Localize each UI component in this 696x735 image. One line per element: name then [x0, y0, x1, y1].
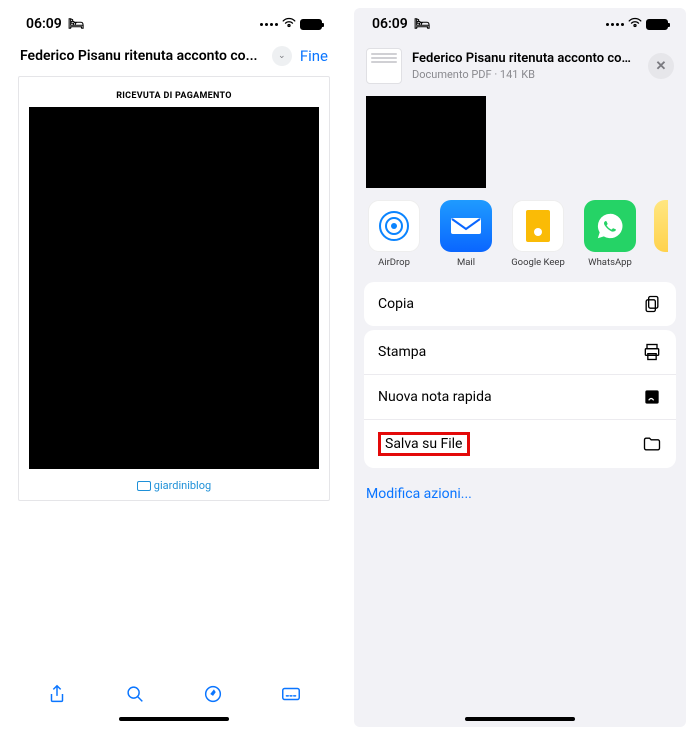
sleep-icon: 🛏: [68, 17, 85, 32]
action-quick-note[interactable]: Nuova nota rapida: [364, 374, 676, 419]
battery-icon: [300, 19, 322, 30]
document-thumbnail: [366, 48, 402, 84]
status-time: 06:09: [372, 16, 408, 32]
document-page[interactable]: RICEVUTA DI PAGAMENTO giardiniblog: [18, 76, 330, 501]
app-label: AirDrop: [378, 257, 410, 268]
share-document-meta: Documento PDF · 141 KB: [412, 68, 638, 81]
status-bar: 06:09 🛏: [354, 8, 686, 38]
action-label: Copia: [378, 296, 414, 312]
share-header: Federico Pisanu ritenuta acconto comp...…: [354, 38, 686, 96]
action-save-to-files[interactable]: Salva su File: [364, 419, 676, 468]
app-airdrop[interactable]: AirDrop: [366, 200, 422, 268]
phone-right-share-sheet: 06:09 🛏 Federico Pisanu ritenuta acconto…: [354, 8, 686, 727]
bottom-toolbar: [8, 671, 340, 713]
printer-icon: [642, 342, 662, 362]
share-apps-row[interactable]: AirDrop Mail Google Keep WhatsApp: [354, 200, 686, 282]
document-preview[interactable]: [366, 96, 674, 188]
whatsapp-icon: [584, 200, 636, 252]
airdrop-icon: [379, 211, 409, 241]
watermark-text: giardiniblog: [154, 479, 211, 492]
annotate-icon[interactable]: [280, 683, 302, 705]
action-print[interactable]: Stampa: [364, 330, 676, 374]
document-title: Federico Pisanu ritenuta acconto co...: [20, 48, 264, 64]
cellular-icon: [606, 23, 624, 26]
action-label: Nuova nota rapida: [378, 389, 492, 405]
app-label: Mail: [457, 257, 475, 268]
sleep-icon: 🛏: [414, 17, 431, 32]
app-mail[interactable]: Mail: [438, 200, 494, 268]
share-icon[interactable]: [46, 683, 68, 705]
status-time: 06:09: [26, 16, 62, 32]
app-label: Google Keep: [511, 257, 565, 268]
mail-icon: [440, 200, 492, 252]
document-header: Federico Pisanu ritenuta acconto co... ⌄…: [8, 38, 340, 76]
receipt-heading: RICEVUTA DI PAGAMENTO: [116, 91, 232, 101]
chevron-down-icon[interactable]: ⌄: [272, 46, 292, 66]
app-label: WhatsApp: [588, 257, 632, 268]
close-button[interactable]: ✕: [648, 53, 674, 79]
action-copy[interactable]: Copia: [364, 282, 676, 326]
watermark-icon: [137, 481, 151, 491]
app-google-keep[interactable]: Google Keep: [510, 200, 566, 268]
action-group-main: Stampa Nuova nota rapida Salva su File: [364, 330, 676, 468]
battery-icon: [646, 19, 668, 30]
wifi-icon: [282, 17, 296, 31]
search-icon[interactable]: [124, 683, 146, 705]
keep-icon: [526, 210, 550, 242]
wifi-icon: [628, 17, 642, 31]
cellular-icon: [260, 23, 278, 26]
share-document-title: Federico Pisanu ritenuta acconto comp...: [412, 51, 638, 66]
action-group-copy: Copia: [364, 282, 676, 326]
copy-icon: [642, 294, 662, 314]
done-button[interactable]: Fine: [300, 47, 328, 65]
home-indicator[interactable]: [119, 717, 229, 721]
edit-actions-link[interactable]: Modifica azioni...: [354, 472, 686, 516]
highlighted-action: Salva su File: [378, 432, 470, 456]
note-icon: [642, 387, 662, 407]
folder-icon: [642, 434, 662, 454]
app-notes-partial[interactable]: [654, 200, 668, 252]
watermark: giardiniblog: [137, 479, 211, 492]
redacted-content: [29, 107, 319, 469]
app-whatsapp[interactable]: WhatsApp: [582, 200, 638, 268]
phone-left-document-viewer: 06:09 🛏 Federico Pisanu ritenuta acconto…: [8, 8, 340, 727]
action-label: Stampa: [378, 344, 426, 360]
status-bar: 06:09 🛏: [8, 8, 340, 38]
markup-icon[interactable]: [202, 683, 224, 705]
action-label: Salva su File: [385, 436, 463, 452]
preview-redacted: [366, 96, 486, 188]
home-indicator[interactable]: [465, 717, 575, 721]
